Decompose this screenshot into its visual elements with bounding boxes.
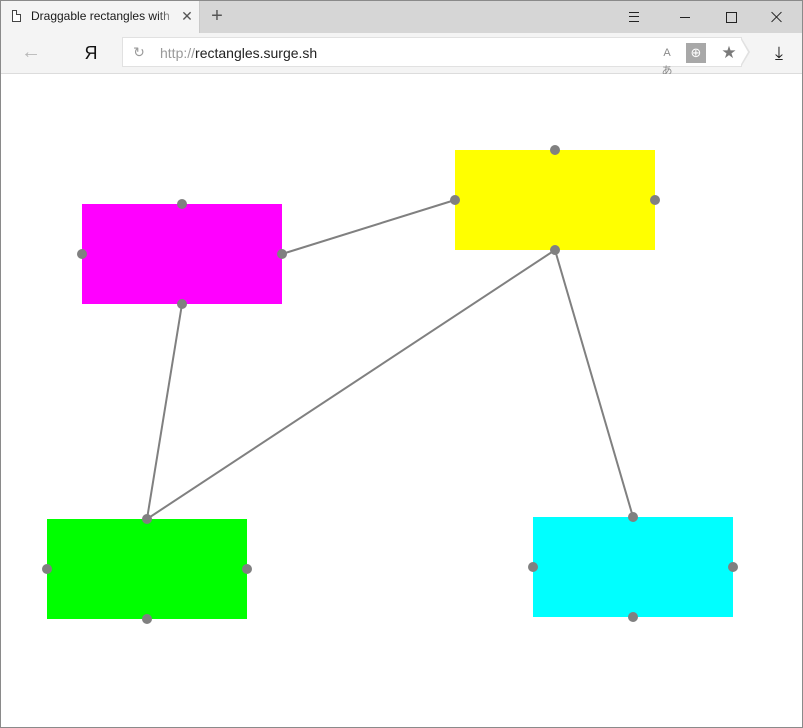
handle-cyan-top[interactable] [628, 512, 638, 522]
download-icon[interactable]: ⤓ [767, 41, 791, 65]
handle-cyan-bottom[interactable] [628, 612, 638, 622]
url-scheme: http:// [160, 45, 196, 61]
menu-button[interactable] [611, 1, 657, 33]
hamburger-icon [629, 12, 639, 22]
rectangle-cyan[interactable] [533, 517, 733, 617]
handle-cyan-left[interactable] [528, 562, 538, 572]
connector-magenta-green [146, 303, 183, 520]
rectangle-yellow[interactable] [455, 150, 655, 250]
bookmark-star-icon[interactable]: ★ [719, 43, 739, 63]
maximize-button[interactable] [708, 1, 754, 33]
globe-icon[interactable]: ⊕ [686, 43, 706, 63]
address-bar-arrow [740, 37, 750, 67]
url-host: rectangles.surge.sh [195, 45, 318, 61]
handle-green-left[interactable] [42, 564, 52, 574]
new-tab-button[interactable]: + [207, 5, 227, 27]
tab-close-icon[interactable]: ✕ [181, 9, 193, 23]
tab-title: Draggable rectangles with [31, 9, 170, 23]
translate-icon[interactable]: Aあ [658, 44, 676, 77]
close-window-button[interactable] [754, 1, 800, 33]
handle-magenta-left[interactable] [77, 249, 87, 259]
page-icon [12, 10, 21, 22]
handle-yellow-top[interactable] [550, 145, 560, 155]
address-bar[interactable]: ↻ http://rectangles.surge.sh Aあ ⊕ ★ [122, 37, 742, 77]
handle-cyan-right[interactable] [728, 562, 738, 572]
page-canvas [1, 74, 802, 727]
tab-active[interactable]: Draggable rectangles with ✕ [1, 1, 200, 33]
handle-magenta-top[interactable] [177, 199, 187, 209]
maximize-icon [725, 11, 737, 23]
minimize-button[interactable] [662, 1, 708, 33]
connector-magenta-yellow [281, 199, 456, 255]
rectangle-green[interactable] [47, 519, 247, 619]
handle-green-right[interactable] [242, 564, 252, 574]
rectangles-diagram [42, 145, 738, 624]
connector-yellow-cyan [554, 249, 634, 518]
browser-logo-icon[interactable]: Я [79, 41, 103, 65]
handle-yellow-right[interactable] [650, 195, 660, 205]
back-button[interactable]: ← [19, 41, 43, 65]
navigation-bar: ← Я ↻ http://rectangles.surge.sh Aあ ⊕ ★ … [1, 33, 802, 77]
url-text[interactable]: http://rectangles.surge.sh [160, 44, 317, 62]
handle-magenta-bottom[interactable] [177, 299, 187, 309]
browser-window: Draggable rectangles with ✕ + ← Я ↻ http… [0, 0, 803, 728]
title-bar: Draggable rectangles with ✕ + [1, 1, 802, 33]
handle-magenta-right[interactable] [277, 249, 287, 259]
handle-yellow-bottom[interactable] [550, 245, 560, 255]
handle-green-top[interactable] [142, 514, 152, 524]
refresh-icon[interactable]: ↻ [132, 45, 146, 59]
handle-yellow-left[interactable] [450, 195, 460, 205]
handle-green-bottom[interactable] [142, 614, 152, 624]
minimize-icon [680, 16, 690, 18]
rectangle-magenta[interactable] [82, 204, 282, 304]
close-icon [771, 11, 783, 23]
